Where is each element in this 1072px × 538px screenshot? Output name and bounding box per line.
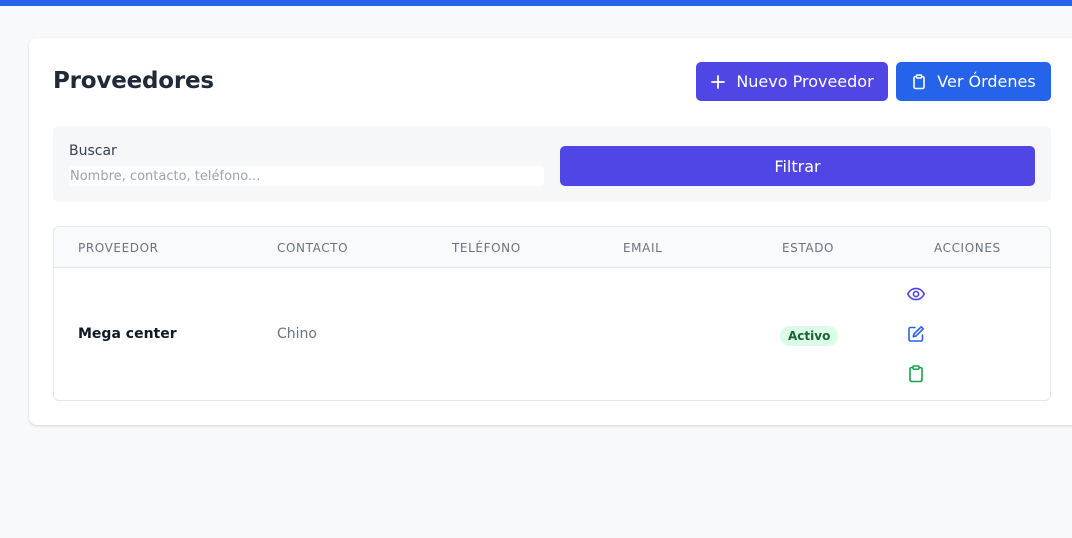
view-orders-label: Ver Órdenes [937, 72, 1036, 91]
page-title: Proveedores [53, 68, 214, 94]
search-label: Buscar [69, 143, 117, 159]
new-supplier-button[interactable]: Nuevo Proveedor [696, 62, 888, 101]
suppliers-table: PROVEEDOR CONTACTO TELÉFONO EMAIL ESTADO… [53, 226, 1051, 401]
filter-button[interactable]: Filtrar [560, 146, 1035, 186]
clipboard-icon[interactable] [906, 364, 926, 384]
search-input[interactable] [69, 166, 544, 186]
status-badge: Activo [780, 326, 839, 346]
plus-icon [710, 74, 726, 90]
new-supplier-label: Nuevo Proveedor [736, 72, 874, 91]
provider-contact: Chino [277, 326, 317, 342]
eye-icon[interactable] [906, 284, 926, 304]
column-header-contact: CONTACTO [277, 241, 349, 255]
table-header: PROVEEDOR CONTACTO TELÉFONO EMAIL ESTADO… [54, 227, 1050, 268]
filter-panel: Buscar Filtrar [53, 126, 1051, 202]
table-row: Mega center Chino Activo [54, 268, 1050, 400]
provider-name: Mega center [78, 326, 177, 342]
column-header-phone: TELÉFONO [452, 241, 521, 255]
clipboard-icon [911, 73, 927, 90]
suppliers-card: Proveedores Nuevo Proveedor Ver Órdenes … [29, 38, 1072, 425]
edit-icon[interactable] [906, 324, 926, 344]
top-accent-bar [0, 0, 1072, 6]
column-header-email: EMAIL [623, 241, 663, 255]
column-header-actions: ACCIONES [934, 241, 1001, 255]
view-orders-button[interactable]: Ver Órdenes [896, 62, 1051, 101]
column-header-provider: PROVEEDOR [78, 241, 159, 255]
column-header-status: ESTADO [782, 241, 835, 255]
